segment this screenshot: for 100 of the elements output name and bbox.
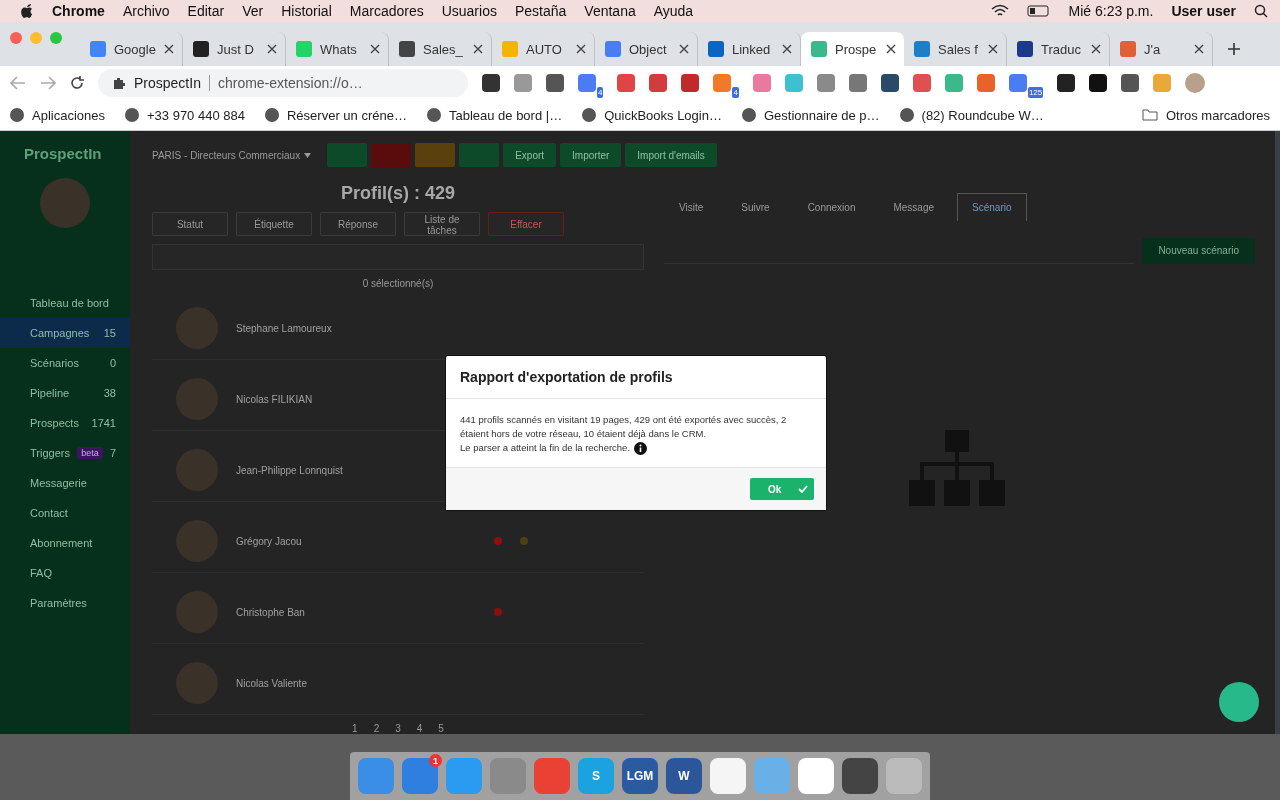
- sidebar-item[interactable]: Pipeline 38: [0, 378, 130, 408]
- menu-item[interactable]: Ayuda: [653, 3, 694, 19]
- filter-button[interactable]: Étiquette: [236, 212, 312, 236]
- menu-item[interactable]: Marcadores: [349, 3, 424, 19]
- dock-app-icon[interactable]: [710, 758, 746, 794]
- page-link[interactable]: 1: [352, 723, 358, 734]
- sidebar-item[interactable]: Abonnement: [0, 528, 130, 558]
- dialog-title: Rapport d'exportation de profils: [446, 356, 826, 399]
- bookmark[interactable]: Aplicaciones: [10, 107, 105, 123]
- selection-count: 0 sélectionné(s): [361, 278, 435, 289]
- avatar-placeholder: [40, 178, 90, 228]
- chat-button[interactable]: [1219, 682, 1259, 722]
- notification-badge: 1: [429, 754, 442, 767]
- browser-tab[interactable]: Prospe: [801, 32, 904, 66]
- campaign-select[interactable]: PARIS - Directeurs Commerciaux: [152, 149, 312, 161]
- address-bar[interactable]: ProspectIn chrome-extension://o…: [98, 69, 468, 97]
- reload-icon[interactable]: [70, 76, 84, 90]
- menu-item[interactable]: Ver: [242, 3, 264, 19]
- menu-item[interactable]: Historial: [281, 3, 332, 19]
- bookmark[interactable]: +33 970 440 884: [125, 107, 245, 123]
- extension-icon[interactable]: [1057, 74, 1076, 92]
- close-icon[interactable]: [1091, 44, 1101, 54]
- sidebar-item[interactable]: Paramètres: [0, 588, 130, 618]
- action-button[interactable]: Import d'emails: [625, 143, 717, 167]
- action-button[interactable]: Export: [503, 143, 557, 167]
- bookmark[interactable]: Réserver un créne…: [264, 107, 407, 123]
- page-link[interactable]: 5: [438, 723, 444, 734]
- extension-icon[interactable]: [1089, 74, 1108, 92]
- sidebar-item[interactable]: Triggers beta 7: [0, 438, 130, 468]
- app-menu[interactable]: Chrome: [52, 3, 105, 19]
- tab[interactable]: Message: [878, 193, 950, 221]
- dock-app-icon[interactable]: [798, 758, 834, 794]
- close-window-button[interactable]: [10, 32, 22, 44]
- close-icon[interactable]: [782, 44, 792, 54]
- bookmark[interactable]: Gestionnaire de p…: [741, 107, 880, 123]
- page-link[interactable]: 4: [416, 723, 423, 734]
- menu-item[interactable]: Archivo: [122, 3, 170, 19]
- bookmark-folder[interactable]: Otros marcadores: [1141, 107, 1270, 123]
- wifi-icon: [990, 4, 1009, 18]
- extension-icon[interactable]: [1121, 74, 1140, 92]
- action-button[interactable]: Importer: [560, 143, 622, 167]
- menu-item[interactable]: Ventana: [584, 3, 636, 19]
- profile-avatar[interactable]: [1185, 73, 1206, 93]
- sidebar-item[interactable]: Scénarios 0: [0, 348, 130, 378]
- tab[interactable]: Suivre: [726, 193, 785, 221]
- close-icon[interactable]: [1194, 44, 1204, 54]
- sidebar-item[interactable]: Campagnes 15: [0, 318, 130, 348]
- filter-button[interactable]: Liste de tâches: [404, 212, 480, 236]
- count-badge: 125: [1027, 87, 1044, 98]
- close-icon[interactable]: [679, 44, 689, 54]
- bookmark[interactable]: Tableau de bord |…: [426, 107, 563, 123]
- check-icon: [798, 485, 808, 493]
- profile-row[interactable]: Christophe Ban: [152, 581, 644, 644]
- page-link[interactable]: 3: [395, 723, 401, 734]
- menu-item[interactable]: Editar: [187, 3, 225, 19]
- filter-button[interactable]: Statut: [152, 212, 228, 236]
- clear-button[interactable]: Effacer: [488, 212, 564, 236]
- page-link[interactable]: 2: [373, 723, 380, 734]
- menu-item[interactable]: Usuarios: [441, 3, 497, 19]
- profile-row[interactable]: Nicolas Valiente: [152, 652, 644, 715]
- sidebar-item[interactable]: Messagerie: [0, 468, 130, 498]
- new-tab-icon[interactable]: [1227, 42, 1241, 56]
- tab[interactable]: Connexion: [792, 193, 871, 221]
- tab[interactable]: Scénario: [957, 193, 1027, 221]
- app-logo: ProspectIn: [23, 145, 103, 162]
- search-icon[interactable]: [1254, 4, 1268, 18]
- sidebar-item[interactable]: Contact: [0, 498, 130, 528]
- close-icon[interactable]: [370, 44, 380, 54]
- battery-icon: [1026, 5, 1051, 17]
- extension-icon[interactable]: [482, 74, 500, 92]
- sidebar-item[interactable]: Prospects 1741: [0, 408, 130, 438]
- dock-app-icon[interactable]: LGM: [622, 758, 658, 794]
- bookmark[interactable]: (82) Roundcube W…: [899, 107, 1044, 123]
- forward-icon[interactable]: [40, 76, 56, 90]
- puzzle-icon: [112, 76, 126, 90]
- profiles-count: Profil(s) : 429: [340, 183, 456, 204]
- dock-app-icon[interactable]: W: [666, 758, 702, 794]
- close-icon[interactable]: [576, 44, 586, 54]
- menu-item[interactable]: Pestaña: [514, 3, 567, 19]
- user-name[interactable]: User user: [1171, 3, 1236, 19]
- beta-badge: beta: [77, 447, 103, 459]
- apple-logo-icon: [20, 3, 34, 19]
- sidebar-item[interactable]: Tableau de bord: [0, 288, 130, 318]
- filter-button[interactable]: Réponse: [320, 212, 396, 236]
- info-icon[interactable]: [634, 441, 648, 455]
- close-icon[interactable]: [164, 44, 174, 54]
- sidebar-item[interactable]: FAQ: [0, 558, 130, 588]
- close-icon[interactable]: [988, 44, 998, 54]
- tab[interactable]: Visite: [664, 193, 719, 221]
- caret-icon: [304, 152, 312, 158]
- back-icon[interactable]: [10, 76, 26, 90]
- close-icon[interactable]: [267, 44, 277, 54]
- close-icon[interactable]: [886, 44, 896, 54]
- count-badge: 4: [732, 87, 739, 98]
- new-scenario-button[interactable]: Nouveau scénario: [1142, 237, 1255, 264]
- bookmark[interactable]: QuickBooks Login…: [582, 107, 722, 123]
- extension-icon[interactable]: [880, 74, 899, 92]
- dialog-text: Le parser a atteint la fin de la recherche.: [460, 441, 631, 455]
- dock-app-icon[interactable]: [842, 758, 878, 794]
- close-icon[interactable]: [473, 44, 483, 54]
